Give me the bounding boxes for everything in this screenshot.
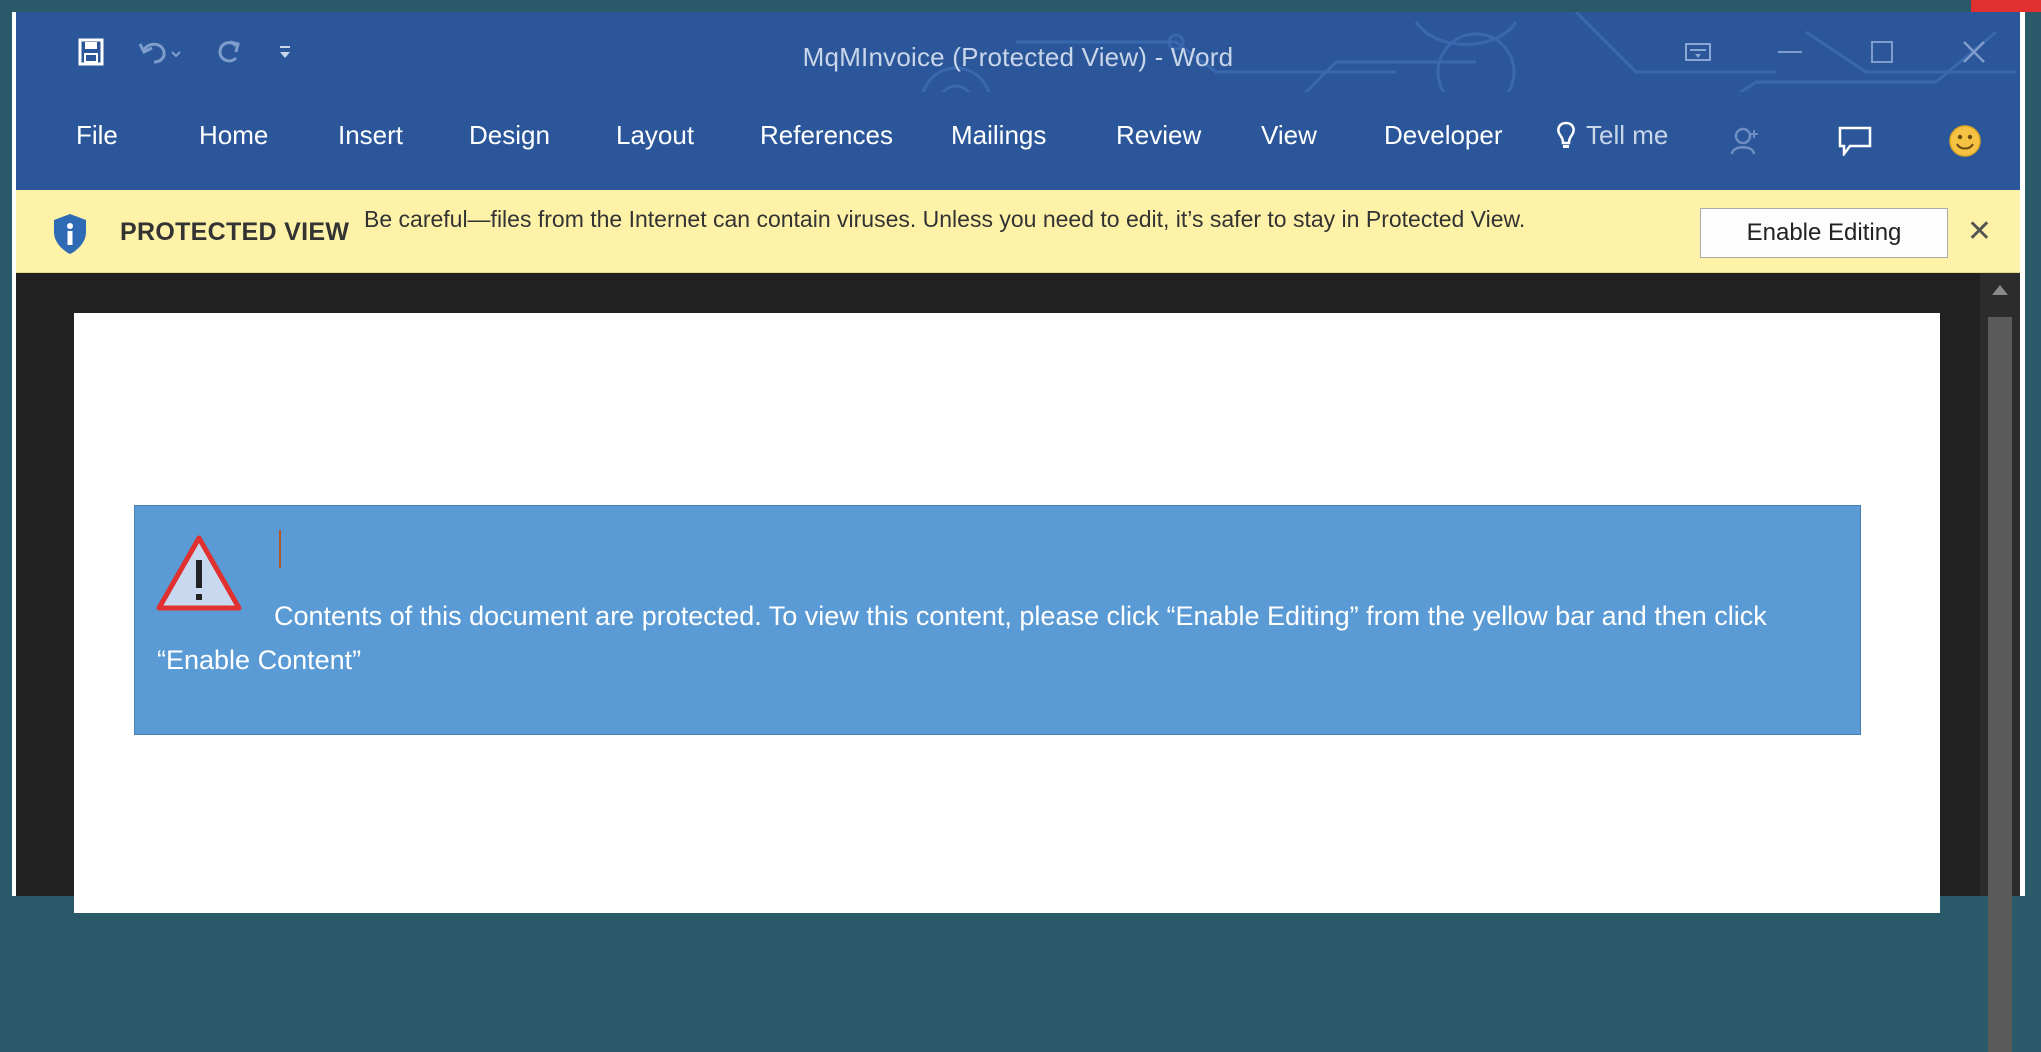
tab-references[interactable]: References: [760, 120, 893, 151]
shield-info-icon: [50, 212, 90, 261]
tell-me-label: Tell me: [1586, 120, 1669, 150]
protected-view-message: Be careful—files from the Internet can c…: [364, 206, 1526, 232]
ribbon-right-icons: [1690, 106, 2020, 176]
scroll-up-icon[interactable]: [1992, 285, 2008, 295]
ribbon: File Home Insert Design Layout Reference…: [16, 92, 2020, 190]
text-cursor: [279, 530, 281, 568]
tab-developer[interactable]: Developer: [1384, 120, 1503, 151]
enable-editing-button[interactable]: Enable Editing: [1700, 208, 1948, 258]
scrollbar-thumb[interactable]: [1988, 317, 2012, 1052]
tell-me-box[interactable]: Tell me: [1556, 120, 1668, 151]
close-icon[interactable]: [1928, 22, 2020, 82]
title-bar: MqMInvoice (Protected View) - Word: [16, 12, 2020, 138]
maximize-icon[interactable]: [1836, 22, 1928, 82]
tab-home[interactable]: Home: [199, 120, 268, 151]
tab-file[interactable]: File: [76, 120, 118, 151]
tab-insert[interactable]: Insert: [338, 120, 403, 151]
tab-design[interactable]: Design: [469, 120, 550, 151]
protected-view-bar: PROTECTED VIEW Be careful—files from the…: [16, 190, 2020, 273]
tab-layout[interactable]: Layout: [616, 120, 694, 151]
tab-review[interactable]: Review: [1116, 120, 1201, 151]
protected-content-notice: Contents of this document are protected.…: [134, 505, 1861, 735]
tab-mailings[interactable]: Mailings: [951, 120, 1046, 151]
minimize-icon[interactable]: [1744, 22, 1836, 82]
share-user-icon[interactable]: [1690, 126, 1800, 156]
notice-text: Contents of this document are protected.…: [157, 601, 1767, 675]
window-controls: [1652, 12, 2020, 92]
outer-accent-strip: [1971, 0, 2041, 12]
vertical-scrollbar[interactable]: [1980, 273, 2020, 1052]
ribbon-display-icon[interactable]: [1652, 22, 1744, 82]
tab-view[interactable]: View: [1261, 120, 1317, 151]
lightbulb-icon: [1557, 121, 1575, 148]
comments-icon[interactable]: [1800, 126, 1910, 156]
close-bar-icon[interactable]: ✕: [1967, 214, 1992, 249]
protected-view-title: PROTECTED VIEW: [120, 218, 350, 246]
smiley-icon[interactable]: [1910, 124, 2020, 158]
